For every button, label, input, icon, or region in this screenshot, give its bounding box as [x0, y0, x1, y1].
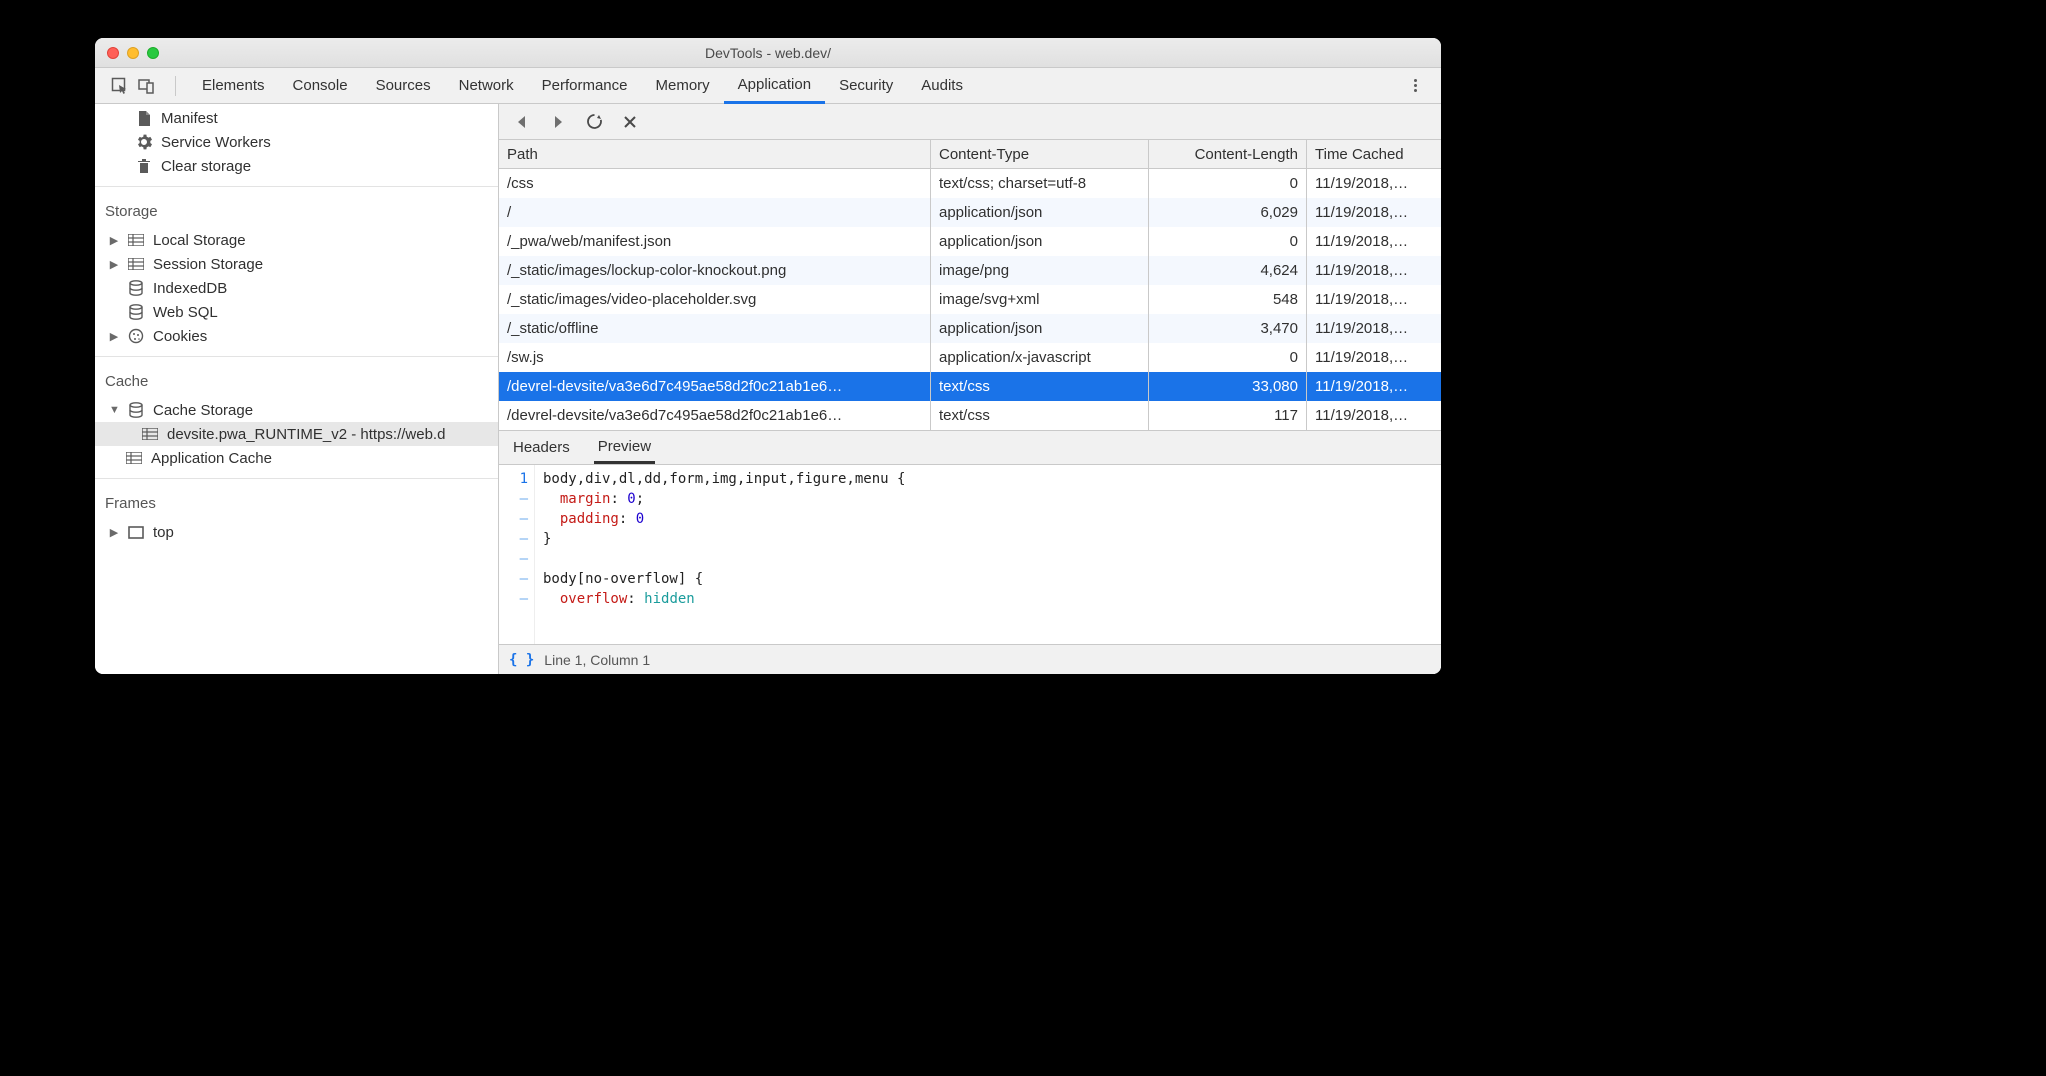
window-title: DevTools - web.dev/: [95, 45, 1441, 61]
subtabs: Headers Preview: [499, 431, 1441, 465]
separator: [175, 76, 176, 96]
sidebar-item-label: Cache Storage: [153, 402, 253, 419]
sidebar-item-label: IndexedDB: [153, 280, 227, 297]
tab-sources[interactable]: Sources: [362, 68, 445, 103]
inspect-element-icon[interactable]: [111, 77, 129, 95]
storage-group: ▶ Local Storage ▶ Session Storage ▶ Inde…: [95, 226, 498, 350]
database-icon: [127, 279, 145, 297]
tab-memory[interactable]: Memory: [642, 68, 724, 103]
col-header-length[interactable]: Content-Length: [1149, 140, 1307, 168]
sidebar-item-label: Session Storage: [153, 256, 263, 273]
table-body: /csstext/css; charset=utf-8011/19/2018,……: [499, 169, 1441, 430]
main-tabbar: Elements Console Sources Network Perform…: [95, 68, 1441, 104]
table-row[interactable]: /csstext/css; charset=utf-8011/19/2018,…: [499, 169, 1441, 198]
subtab-preview[interactable]: Preview: [594, 432, 655, 464]
sidebar-item-application-cache[interactable]: Application Cache: [95, 446, 498, 470]
sidebar-item-label: Clear storage: [161, 158, 251, 175]
app-group: ▶ Manifest ▶ Service Workers ▶ Clear sto…: [95, 104, 498, 180]
tab-elements[interactable]: Elements: [188, 68, 279, 103]
col-header-time[interactable]: Time Cached: [1307, 140, 1441, 168]
next-icon[interactable]: [549, 113, 567, 131]
tab-network[interactable]: Network: [445, 68, 528, 103]
minimize-window-button[interactable]: [127, 47, 139, 59]
table-row[interactable]: /_static/images/video-placeholder.svgima…: [499, 285, 1441, 314]
sidebar-item-label: Application Cache: [151, 450, 272, 467]
prev-icon[interactable]: [513, 113, 531, 131]
col-header-type[interactable]: Content-Type: [931, 140, 1149, 168]
sidebar-item-label: Service Workers: [161, 134, 271, 151]
sidebar-item-label: Web SQL: [153, 304, 218, 321]
storage-group-title: Storage: [95, 193, 498, 226]
table-row[interactable]: /_static/images/lockup-color-knockout.pn…: [499, 256, 1441, 285]
sidebar-item-service-workers[interactable]: ▶ Service Workers: [95, 130, 498, 154]
table-row[interactable]: /application/json6,02911/19/2018,…: [499, 198, 1441, 227]
braces-icon[interactable]: { }: [509, 652, 534, 668]
tab-application[interactable]: Application: [724, 69, 825, 104]
col-header-path[interactable]: Path: [499, 140, 931, 168]
panel-tabs: Elements Console Sources Network Perform…: [188, 68, 977, 103]
frame-icon: [127, 523, 145, 541]
grid-icon: [141, 425, 159, 443]
devtools-window: DevTools - web.dev/ Elements Console Sou…: [95, 38, 1441, 674]
file-icon: [135, 109, 153, 127]
table-row[interactable]: /_pwa/web/manifest.jsonapplication/json0…: [499, 227, 1441, 256]
table-header: Path Content-Type Content-Length Time Ca…: [499, 140, 1441, 169]
code-preview[interactable]: 1 – – – – – – body,div,dl,dd,form,img,in…: [499, 465, 1441, 644]
zoom-window-button[interactable]: [147, 47, 159, 59]
sidebar-item-manifest[interactable]: ▶ Manifest: [95, 106, 498, 130]
database-icon: [127, 401, 145, 419]
subtab-headers[interactable]: Headers: [509, 433, 574, 462]
cache-group-title: Cache: [95, 363, 498, 396]
close-window-button[interactable]: [107, 47, 119, 59]
sidebar-item-top-frame[interactable]: ▶ top: [95, 520, 498, 544]
table-row[interactable]: /sw.jsapplication/x-javascript011/19/201…: [499, 343, 1441, 372]
cursor-position: Line 1, Column 1: [544, 652, 650, 668]
tab-security[interactable]: Security: [825, 68, 907, 103]
more-menu-icon[interactable]: [1405, 76, 1425, 96]
sidebar-item-local-storage[interactable]: ▶ Local Storage: [95, 228, 498, 252]
window-controls: [107, 47, 159, 59]
tab-performance[interactable]: Performance: [528, 68, 642, 103]
cookie-icon: [127, 327, 145, 345]
statusbar: { } Line 1, Column 1: [499, 644, 1441, 674]
preview-subpanel: Headers Preview 1 – – – – – – body,div,d…: [499, 431, 1441, 674]
grid-icon: [125, 449, 143, 467]
code-gutter: 1 – – – – – –: [499, 465, 535, 644]
refresh-icon[interactable]: [585, 113, 603, 131]
sidebar-item-indexeddb[interactable]: ▶ IndexedDB: [95, 276, 498, 300]
grid-icon: [127, 255, 145, 273]
device-toggle-icon[interactable]: [137, 77, 155, 95]
titlebar: DevTools - web.dev/: [95, 38, 1441, 68]
table-row[interactable]: /devrel-devsite/va3e6d7c495ae58d2f0c21ab…: [499, 401, 1441, 430]
sidebar-item-label: top: [153, 524, 174, 541]
database-icon: [127, 303, 145, 321]
sidebar-item-label: Local Storage: [153, 232, 246, 249]
frames-group: ▶ top: [95, 518, 498, 546]
tab-audits[interactable]: Audits: [907, 68, 977, 103]
cache-toolbar: [499, 104, 1441, 140]
gear-icon: [135, 133, 153, 151]
main-panel: Path Content-Type Content-Length Time Ca…: [499, 104, 1441, 674]
sidebar-item-label: devsite.pwa_RUNTIME_v2 - https://web.d: [167, 426, 445, 443]
cache-group: ▼ Cache Storage devsite.pwa_RUNTIME_v2 -…: [95, 396, 498, 472]
frames-group-title: Frames: [95, 485, 498, 518]
sidebar-item-cache-entry[interactable]: devsite.pwa_RUNTIME_v2 - https://web.d: [95, 422, 498, 446]
sidebar-item-session-storage[interactable]: ▶ Session Storage: [95, 252, 498, 276]
code-content: body,div,dl,dd,form,img,input,figure,men…: [535, 465, 1441, 644]
sidebar-item-label: Cookies: [153, 328, 207, 345]
tab-console[interactable]: Console: [279, 68, 362, 103]
table-row[interactable]: /_static/offlineapplication/json3,47011/…: [499, 314, 1441, 343]
cache-table: Path Content-Type Content-Length Time Ca…: [499, 140, 1441, 431]
sidebar-item-cache-storage[interactable]: ▼ Cache Storage: [95, 398, 498, 422]
sidebar-item-cookies[interactable]: ▶ Cookies: [95, 324, 498, 348]
sidebar-item-clear-storage[interactable]: ▶ Clear storage: [95, 154, 498, 178]
delete-icon[interactable]: [621, 113, 639, 131]
trash-icon: [135, 157, 153, 175]
table-row[interactable]: /devrel-devsite/va3e6d7c495ae58d2f0c21ab…: [499, 372, 1441, 401]
sidebar-item-websql[interactable]: ▶ Web SQL: [95, 300, 498, 324]
grid-icon: [127, 231, 145, 249]
application-sidebar: ▶ Manifest ▶ Service Workers ▶ Clear sto…: [95, 104, 499, 674]
sidebar-item-label: Manifest: [161, 110, 218, 127]
